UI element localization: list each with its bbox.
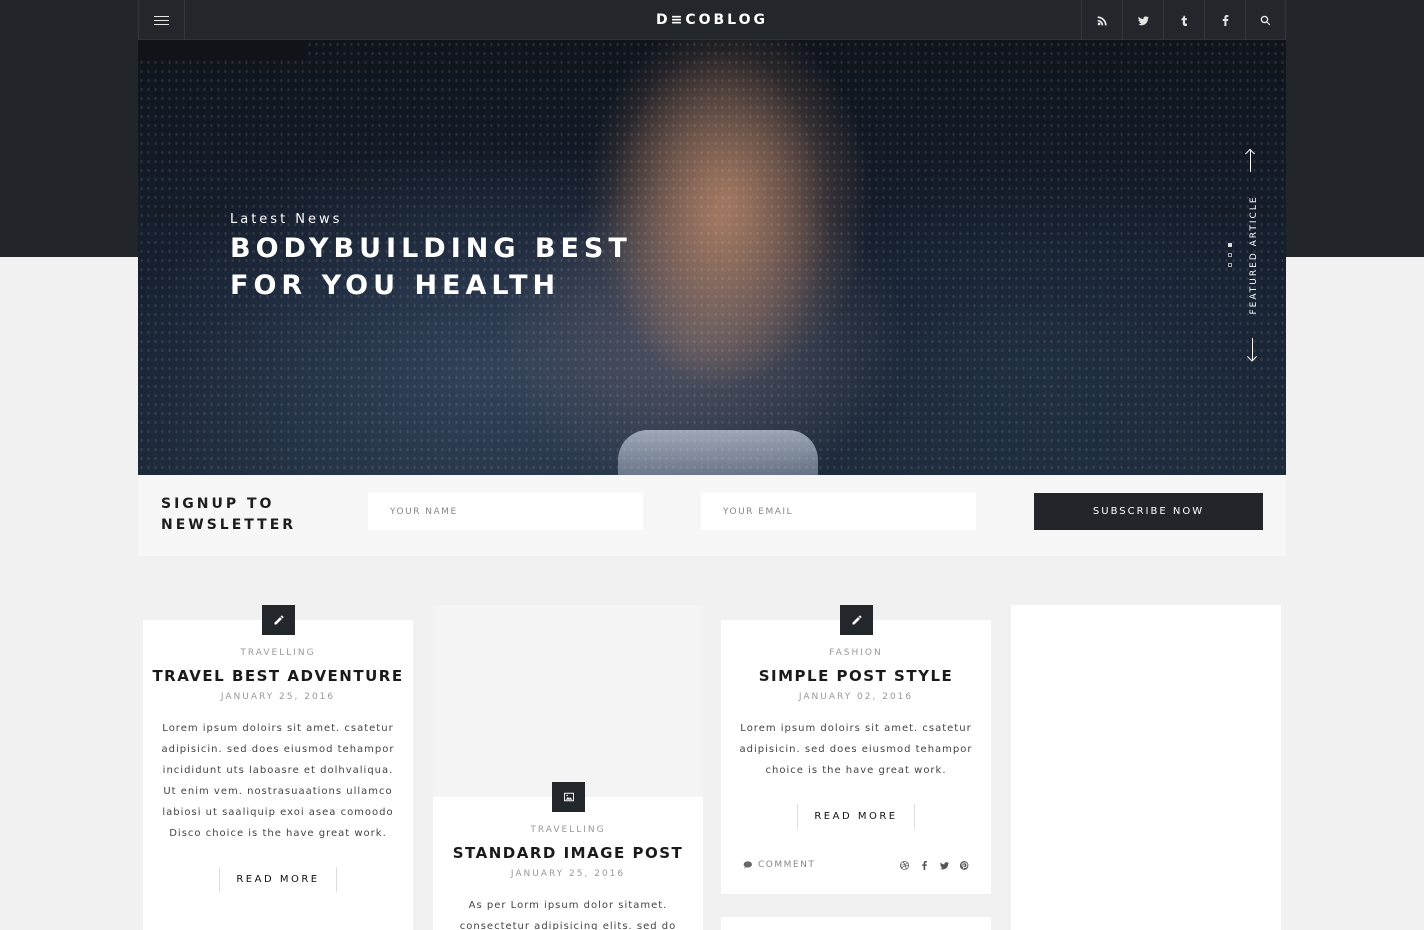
read-more-button[interactable]: READ MORE xyxy=(797,804,915,829)
arrow-down-icon[interactable] xyxy=(1252,338,1253,360)
excerpt-line: incididunt uts laboasre et dolhvaliqua. xyxy=(162,765,394,776)
excerpt-line: adipisicin. sed does eiusmod tehampor xyxy=(161,744,395,755)
excerpt-line: choice is the have great work. xyxy=(765,765,947,776)
post-category[interactable]: TRAVELLING xyxy=(143,648,413,658)
share-icons xyxy=(900,860,969,870)
arrow-up-icon[interactable] xyxy=(1250,150,1251,172)
post-card-travel-best-adventure: TRAVELLING TRAVEL BEST ADVENTURE JANUARY… xyxy=(143,605,413,930)
read-more-button[interactable]: READ MORE xyxy=(219,867,337,892)
newsletter-title-line1: SIGNUP TO xyxy=(161,496,275,512)
slider-dot-3[interactable] xyxy=(1228,263,1232,267)
post-title[interactable]: STANDARD IMAGE POST xyxy=(433,844,703,862)
hero-corner-shade xyxy=(138,40,306,60)
featured-article-nav: FEATURED ARTICLE xyxy=(1238,150,1268,365)
comment-link[interactable]: COMMENT xyxy=(743,860,815,871)
excerpt-line: Disco choice is the have great work. xyxy=(169,828,387,839)
slider-dot-1[interactable] xyxy=(1228,243,1232,247)
site-header: D≡COBLOG xyxy=(138,0,1286,40)
rss-button[interactable] xyxy=(1081,0,1122,40)
post-format-badge xyxy=(840,605,873,635)
excerpt-line: adipisicin. sed does eiusmod tehampor xyxy=(739,744,973,755)
post-card-simple-post-style: FASHION SIMPLE POST STYLE JANUARY 02, 20… xyxy=(721,605,991,894)
post-format-badge xyxy=(552,782,585,812)
featured-article-label: FEATURED ARTICLE xyxy=(1249,195,1259,315)
header-social-icons xyxy=(1081,0,1286,40)
post-meta-row: COMMENT xyxy=(743,857,969,873)
post-image-placeholder[interactable] xyxy=(433,605,703,797)
pinterest-icon[interactable] xyxy=(960,860,969,870)
search-icon xyxy=(1260,15,1271,25)
image-icon xyxy=(563,792,574,802)
excerpt-line: labiosi ut saaliquip exoi asea comoodo xyxy=(162,807,394,818)
tumblr-icon xyxy=(1180,15,1187,26)
twitter-icon[interactable] xyxy=(940,861,949,870)
hero-title[interactable]: BODYBUILDING BEST FOR YOU HEALTH xyxy=(230,230,710,304)
excerpt-line: Lorem ipsum doloirs sit amet. csatetur xyxy=(162,723,394,734)
post-date: JANUARY 02, 2016 xyxy=(798,692,914,702)
post-date: JANUARY 25, 2016 xyxy=(510,869,626,879)
pencil-icon xyxy=(274,615,284,625)
name-input[interactable] xyxy=(368,493,643,530)
post-excerpt: As per Lorm ipsum dolor sitamet. consect… xyxy=(433,895,703,930)
twitter-button[interactable] xyxy=(1122,0,1163,40)
hero-kicker: Latest News xyxy=(230,212,343,227)
excerpt-line: As per Lorm ipsum dolor sitamet. xyxy=(468,900,668,911)
facebook-button[interactable] xyxy=(1204,0,1245,40)
email-input[interactable] xyxy=(701,493,976,530)
excerpt-line: Ut enim vem. nostrasuaations ullamco xyxy=(163,786,393,797)
rss-icon xyxy=(1097,15,1107,25)
newsletter-title: SIGNUP TO NEWSLETTER xyxy=(161,494,296,536)
post-card-next xyxy=(721,917,991,930)
excerpt-line: Lorem ipsum doloirs sit amet. csatetur xyxy=(740,723,972,734)
subscribe-button[interactable]: SUBSCRIBE NOW xyxy=(1034,493,1263,530)
dribbble-icon[interactable] xyxy=(900,860,909,870)
post-excerpt: Lorem ipsum doloirs sit amet. csatetur a… xyxy=(721,718,991,781)
excerpt-line: consectetur adipisicing elits. sed do xyxy=(459,921,677,930)
facebook-icon xyxy=(1222,14,1228,26)
post-title[interactable]: SIMPLE POST STYLE xyxy=(721,667,991,685)
post-category[interactable]: FASHION xyxy=(721,648,991,658)
post-category[interactable]: TRAVELLING xyxy=(433,825,703,835)
search-button[interactable] xyxy=(1245,0,1286,40)
slider-dots xyxy=(1228,243,1234,273)
newsletter-section: SIGNUP TO NEWSLETTER SUBSCRIBE NOW xyxy=(138,475,1286,556)
twitter-icon xyxy=(1137,15,1149,25)
pencil-icon xyxy=(852,615,862,625)
newsletter-title-line2: NEWSLETTER xyxy=(161,517,297,533)
post-card-standard-image-post: TRAVELLING STANDARD IMAGE POST JANUARY 2… xyxy=(433,782,703,930)
tumblr-button[interactable] xyxy=(1163,0,1204,40)
post-date: JANUARY 25, 2016 xyxy=(220,692,336,702)
post-format-badge xyxy=(262,605,295,635)
slider-dot-2[interactable] xyxy=(1228,253,1232,257)
post-title[interactable]: TRAVEL BEST ADVENTURE xyxy=(143,667,413,685)
comment-label: COMMENT xyxy=(758,860,816,870)
post-card-empty xyxy=(1011,605,1281,930)
post-excerpt: Lorem ipsum doloirs sit amet. csatetur a… xyxy=(143,718,413,844)
hero-banner[interactable]: Latest News BODYBUILDING BEST FOR YOU HE… xyxy=(138,40,1286,475)
comments-icon xyxy=(743,860,752,868)
facebook-icon[interactable] xyxy=(920,860,929,870)
read-more-wrap: READ MORE xyxy=(143,867,413,892)
read-more-wrap: READ MORE xyxy=(721,804,991,829)
